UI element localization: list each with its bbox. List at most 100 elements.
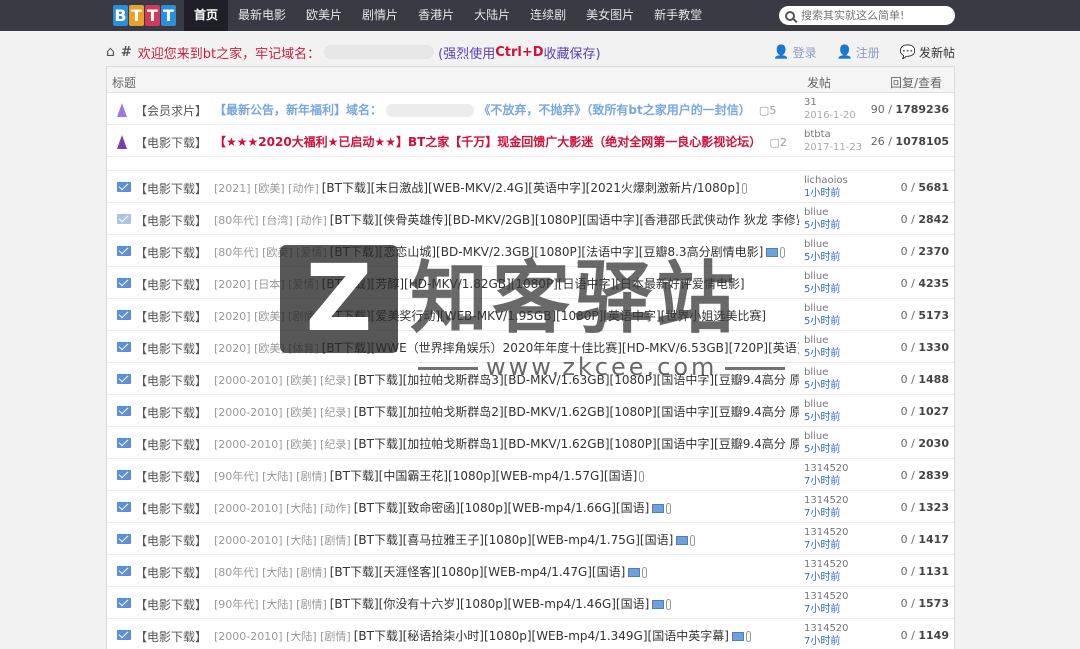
- row-category[interactable]: 【电影下载】: [135, 468, 207, 485]
- row-author[interactable]: bliue 5小时前: [804, 430, 840, 456]
- row-stats: 0 / 1417: [900, 533, 949, 546]
- new-post-label: 发新帖: [918, 45, 955, 60]
- register-link[interactable]: 👤 注册: [837, 44, 880, 61]
- new-post-link[interactable]: 💬 发新帖: [900, 44, 955, 61]
- row-title[interactable]: [2000-2010] [欧美] [纪录] [BT下载][加拉帕戈斯群岛1][BD…: [214, 435, 799, 452]
- row-category[interactable]: 【电影下载】: [135, 500, 207, 517]
- search-icon[interactable]: [785, 10, 795, 21]
- table-row[interactable]: 【电影下载】 [2020] [欧美] [剧情] [BT下载][爱美奖行动][WEB-…: [107, 299, 954, 331]
- row-category[interactable]: 【电影下载】: [135, 308, 207, 325]
- row-title-text: [BT下载][秘语拾柒小时][1080p][WEB-mp4/1.349G][国语…: [353, 629, 729, 643]
- row-category[interactable]: 【电影下载】: [135, 180, 207, 197]
- row-title[interactable]: [80年代] [台湾] [动作] [BT下载][侠骨英雄传][BD-MKV/2GB…: [214, 211, 799, 228]
- row-author[interactable]: 1314520 7小时前: [804, 558, 849, 584]
- row-category[interactable]: 【电影下载】: [135, 372, 207, 389]
- table-row[interactable]: 【电影下载】 [2000-2010] [欧美] [纪录] [BT下载][加拉帕戈斯群…: [107, 363, 954, 395]
- nav-drama[interactable]: 剧情片: [352, 0, 408, 31]
- envelope-icon: [117, 629, 131, 643]
- table-row[interactable]: 【电影下载】 [80年代] [欧美] [爱情] [BT下载][恋恋山城][BD-MK…: [107, 235, 954, 267]
- row-author[interactable]: bliue 5小时前: [804, 366, 840, 392]
- row-author[interactable]: bliue 5小时前: [804, 302, 840, 328]
- pinned-row[interactable]: 【电影下载】 【★★★2020大福利★已启动★★】BT之家【千万】现金回馈广大影…: [107, 125, 954, 157]
- row-title[interactable]: [2020] [日本] [爱情] [BT下载][芳醇][HD-MKV/1.82GB…: [214, 275, 799, 292]
- table-row[interactable]: 【电影下载】 [2020] [欧美] [体育] [BT下载][WWE（世界摔角娱乐）…: [107, 331, 954, 363]
- row-category[interactable]: 【电影下载】: [135, 436, 207, 453]
- row-tags: [2000-2010] [大陆] [动作]: [214, 502, 351, 515]
- table-row[interactable]: 【电影下载】 [2020] [日本] [爱情] [BT下载][芳醇][HD-MKV/…: [107, 267, 954, 299]
- site-logo[interactable]: B T T T: [113, 5, 176, 26]
- masked-domain: [324, 45, 435, 59]
- table-row[interactable]: 【电影下载】 [2000-2010] [欧美] [纪录] [BT下载][加拉帕戈斯群…: [107, 395, 954, 427]
- row-title[interactable]: [2000-2010] [欧美] [纪录] [BT下载][加拉帕戈斯群岛3][BD…: [214, 371, 799, 388]
- table-row[interactable]: 【电影下载】 [2000-2010] [大陆] [剧情] [BT下载][喜马拉雅王子…: [107, 523, 954, 555]
- row-author[interactable]: bliue 5小时前: [804, 270, 840, 296]
- row-title[interactable]: [80年代] [大陆] [剧情] [BT下载][天涯怪客][1080p][WEB-…: [214, 563, 799, 580]
- row-author[interactable]: 1314520 7小时前: [804, 590, 849, 616]
- nav-latest-movies[interactable]: 最新电影: [228, 0, 296, 31]
- table-row[interactable]: 【电影下载】 [90年代] [大陆] [剧情] [BT下载][中国霸王花][1080…: [107, 459, 954, 491]
- table-row[interactable]: 【电影下载】 [2000-2010] [欧美] [纪录] [BT下载][加拉帕戈斯群…: [107, 427, 954, 459]
- row-author[interactable]: 1314520 7小时前: [804, 526, 849, 552]
- row-title-text: [BT下载][喜马拉雅王子][1080p][WEB-mp4/1.75G][国语]: [353, 533, 674, 547]
- row-author[interactable]: 31 2016-1-20: [804, 96, 856, 122]
- row-category[interactable]: 【电影下载】: [135, 212, 207, 229]
- row-title[interactable]: [2020] [欧美] [剧情] [BT下载][爱美奖行动][WEB-MKV/1.…: [214, 307, 799, 324]
- row-title[interactable]: [2020] [欧美] [体育] [BT下载][WWE（世界摔角娱乐）2020年年…: [214, 339, 799, 356]
- pinned-row[interactable]: 【会员求片】 【最新公告，新年福利】域名： 《不放弃，不抛弃》（致所有bt之家用…: [107, 93, 954, 125]
- search-input[interactable]: [801, 9, 951, 22]
- nav-home[interactable]: 首页: [184, 0, 229, 31]
- row-title-text: [BT下载][天涯怪客][1080p][WEB-mp4/1.47G][国语]: [329, 565, 626, 579]
- row-author[interactable]: bliue 5小时前: [804, 398, 840, 424]
- row-title-text: [BT下载][WWE（世界摔角娱乐）2020年年度十佳比赛][HD-MKV/6.…: [321, 341, 799, 355]
- row-stats: 0 / 1027: [900, 405, 949, 418]
- row-category[interactable]: 【会员求片】: [135, 102, 207, 119]
- row-category[interactable]: 【电影下载】: [135, 532, 207, 549]
- row-title[interactable]: [2000-2010] [欧美] [纪录] [BT下载][加拉帕戈斯群岛2][BD…: [214, 403, 799, 420]
- row-title[interactable]: [2021] [欧美] [动作] [BT下载][末日激战][WEB-MKV/2.4…: [214, 179, 799, 196]
- row-author[interactable]: btbta 2017-11-23: [804, 128, 862, 154]
- attachment-icon: [780, 247, 786, 258]
- table-row[interactable]: 【电影下载】 [2000-2010] [大陆] [动作] [BT下载][致命密函][…: [107, 491, 954, 523]
- attachment-icon: [666, 599, 672, 610]
- row-author[interactable]: bliue 5小时前: [804, 238, 840, 264]
- row-category[interactable]: 【电影下载】: [135, 596, 207, 613]
- row-author[interactable]: bliue 5小时前: [804, 334, 840, 360]
- row-author[interactable]: 1314520 7小时前: [804, 622, 849, 648]
- login-link[interactable]: 👤 登录: [773, 44, 816, 61]
- row-title[interactable]: [2000-2010] [大陆] [动作] [BT下载][致命密函][1080p]…: [214, 499, 799, 516]
- row-title[interactable]: [90年代] [大陆] [剧情] [BT下载][中国霸王花][1080p][WEB…: [214, 467, 799, 484]
- row-category[interactable]: 【电影下载】: [135, 564, 207, 581]
- row-title[interactable]: 【★★★2020大福利★已启动★★】BT之家【千万】现金回馈广大影迷（绝对全网第…: [214, 133, 799, 150]
- nav-western[interactable]: 欧美片: [296, 0, 352, 31]
- table-row[interactable]: 【电影下载】 [80年代] [大陆] [剧情] [BT下载][天涯怪客][1080p…: [107, 555, 954, 587]
- row-category[interactable]: 【电影下载】: [135, 628, 207, 645]
- nav-series[interactable]: 连续剧: [520, 0, 576, 31]
- row-author[interactable]: bliue 5小时前: [804, 206, 840, 232]
- nav-newbie[interactable]: 新手教堂: [644, 0, 712, 31]
- row-title[interactable]: [90年代] [大陆] [剧情] [BT下载][你没有十六岁][1080p][WE…: [214, 595, 799, 612]
- row-stats: 0 / 1131: [900, 565, 949, 578]
- row-title[interactable]: 【最新公告，新年福利】域名： 《不放弃，不抛弃》（致所有bt之家用户的一封信） …: [214, 101, 799, 118]
- row-author[interactable]: 1314520 7小时前: [804, 494, 849, 520]
- row-category[interactable]: 【电影下载】: [135, 340, 207, 357]
- row-author[interactable]: lichaoios 1小时前: [804, 174, 848, 200]
- table-row[interactable]: 【电影下载】 [2000-2010] [大陆] [剧情] [BT下载][秘语拾柒小时…: [107, 619, 954, 649]
- row-title[interactable]: [2000-2010] [大陆] [剧情] [BT下载][喜马拉雅王子][1080…: [214, 531, 799, 548]
- attachment-icon: [666, 503, 672, 514]
- table-row[interactable]: 【电影下载】 [80年代] [台湾] [动作] [BT下载][侠骨英雄传][BD-M…: [107, 203, 954, 235]
- home-icon[interactable]: ⌂: [106, 44, 115, 60]
- table-row[interactable]: 【电影下载】 [90年代] [大陆] [剧情] [BT下载][你没有十六岁][108…: [107, 587, 954, 619]
- row-category[interactable]: 【电影下载】: [135, 134, 207, 151]
- row-title[interactable]: [2000-2010] [大陆] [剧情] [BT下载][秘语拾柒小时][1080…: [214, 627, 799, 644]
- row-author[interactable]: 1314520 7小时前: [804, 462, 849, 488]
- nav-gallery[interactable]: 美女图片: [576, 0, 644, 31]
- row-stats: 0 / 2030: [900, 437, 949, 450]
- row-title[interactable]: [80年代] [欧美] [爱情] [BT下载][恋恋山城][BD-MKV/2.3G…: [214, 243, 799, 260]
- row-category[interactable]: 【电影下载】: [135, 276, 207, 293]
- table-row[interactable]: 【电影下载】 [2021] [欧美] [动作] [BT下载][末日激战][WEB-M…: [107, 171, 954, 203]
- nav-hongkong[interactable]: 香港片: [408, 0, 464, 31]
- row-category[interactable]: 【电影下载】: [135, 244, 207, 261]
- row-tags: [2020] [日本] [爱情]: [214, 278, 319, 291]
- row-category[interactable]: 【电影下载】: [135, 404, 207, 421]
- nav-mainland[interactable]: 大陆片: [464, 0, 520, 31]
